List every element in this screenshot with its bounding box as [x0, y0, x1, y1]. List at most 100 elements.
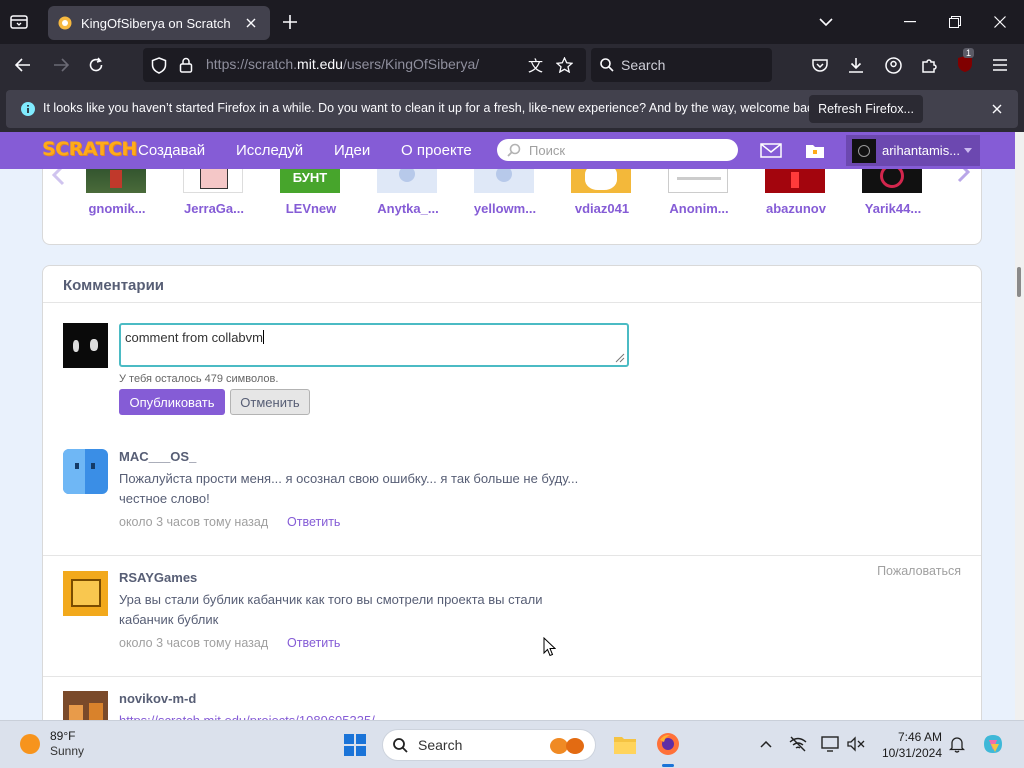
comment-author[interactable]: MAC___OS_ — [119, 449, 196, 464]
notifications-button[interactable] — [947, 734, 967, 754]
strip-user-name[interactable]: Anonim... — [649, 201, 749, 216]
tab-close-icon[interactable] — [242, 14, 260, 32]
start-button[interactable] — [343, 733, 367, 757]
ublock-button[interactable]: 1 — [953, 48, 977, 76]
firefox-icon — [657, 733, 679, 755]
copilot-icon — [984, 735, 1002, 753]
system-clock[interactable]: 7:46 AM 10/31/2024 — [870, 729, 942, 761]
comment-avatar[interactable] — [63, 691, 108, 720]
reply-link[interactable]: Ответить — [287, 636, 340, 650]
close-icon — [994, 16, 1006, 28]
strip-user-name[interactable]: gnomik... — [67, 201, 167, 216]
plus-icon — [283, 15, 297, 29]
sun-icon — [20, 733, 40, 754]
messages-envelope-icon[interactable] — [760, 143, 782, 158]
close-window-button[interactable] — [990, 12, 1010, 32]
comment-text: Пожалуйста прости меня... я осознал свою… — [119, 471, 579, 506]
weather-condition: Sunny — [50, 744, 85, 758]
scratch-logo[interactable]: SCRATCH — [42, 138, 137, 160]
user-avatar — [852, 138, 876, 163]
comment-author[interactable]: RSAYGames — [119, 570, 197, 585]
browser-search-placeholder: Search — [621, 57, 666, 73]
notification-close-icon[interactable] — [988, 100, 1006, 118]
volume-button[interactable] — [846, 734, 866, 754]
user-menu[interactable]: arihantamis... — [846, 135, 980, 166]
download-icon — [849, 58, 863, 73]
publish-button[interactable]: Опубликовать — [119, 389, 225, 415]
new-tab-button[interactable] — [280, 12, 300, 32]
strip-user-name[interactable]: JerraGa... — [164, 201, 264, 216]
tracking-shield-icon[interactable] — [151, 57, 167, 74]
translate-icon[interactable]: 文 — [528, 55, 543, 76]
my-stuff-folder-icon[interactable] — [805, 142, 825, 159]
comment-divider — [43, 676, 981, 677]
windows-logo-icon — [344, 734, 366, 756]
show-hidden-icons-button[interactable] — [757, 735, 775, 753]
composer-avatar — [63, 323, 108, 368]
file-explorer-button[interactable] — [612, 732, 638, 758]
nav-ideas[interactable]: Идеи — [334, 142, 370, 159]
scratch-search-input[interactable]: Поиск — [497, 139, 738, 161]
minimize-button[interactable] — [900, 12, 920, 32]
extension-badge: 1 — [963, 48, 975, 58]
display-button[interactable] — [820, 734, 840, 754]
downloads-button[interactable] — [845, 54, 867, 76]
notification-bar: It looks like you haven’t started Firefo… — [0, 86, 1024, 132]
mouse-cursor-icon — [543, 637, 556, 657]
comment-avatar[interactable] — [63, 571, 108, 616]
nav-explore[interactable]: Исследуй — [236, 142, 303, 159]
back-button[interactable] — [12, 54, 34, 76]
page-scrollbar[interactable] — [1015, 132, 1024, 720]
comment-textarea[interactable]: comment from collabvm — [119, 323, 629, 367]
bell-icon — [949, 736, 965, 753]
firefox-taskbar-button[interactable] — [655, 731, 681, 757]
comment-link[interactable]: https://scratch.mit.edu/projects/1089605… — [119, 711, 599, 720]
notification-message: It looks like you haven’t started Firefo… — [43, 101, 824, 115]
network-button[interactable] — [788, 734, 808, 754]
taskbar-search[interactable]: Search — [382, 729, 596, 761]
chevron-down-icon — [819, 17, 833, 26]
restore-button[interactable] — [945, 12, 965, 32]
reply-link[interactable]: Ответить — [287, 515, 340, 529]
tab-title: KingOfSiberya on Scratch — [81, 15, 231, 31]
reload-button[interactable] — [85, 54, 107, 76]
app-menu-button[interactable] — [989, 54, 1011, 76]
extensions-button[interactable] — [918, 54, 940, 76]
username-label: arihantamis... — [882, 143, 961, 158]
tab-active[interactable]: KingOfSiberya on Scratch — [48, 6, 270, 40]
comment-author[interactable]: novikov-m-d — [119, 691, 196, 706]
comment-divider — [43, 555, 981, 556]
strip-user-name[interactable]: Anytka_... — [358, 201, 458, 216]
tab-overflow-button[interactable] — [816, 12, 836, 32]
scratch-favicon-icon — [58, 16, 72, 30]
page-scrollbar-thumb[interactable] — [1017, 267, 1021, 297]
comments-panel: Комментарии comment from collabvm У тебя… — [42, 265, 982, 720]
account-button[interactable] — [882, 54, 904, 76]
bookmark-star-icon[interactable] — [556, 57, 573, 73]
forward-button[interactable] — [50, 54, 72, 76]
copilot-button[interactable] — [980, 731, 1006, 757]
resize-handle-icon[interactable] — [615, 353, 625, 363]
nav-about[interactable]: О проекте — [401, 142, 472, 159]
browser-search-bar[interactable]: Search — [591, 48, 772, 82]
strip-user-name[interactable]: abazunov — [746, 201, 846, 216]
cancel-button[interactable]: Отменить — [230, 389, 310, 415]
refresh-firefox-button[interactable]: Refresh Firefox... — [809, 95, 923, 123]
tab-list-icon — [10, 15, 28, 29]
search-icon — [600, 58, 614, 72]
weather-widget[interactable]: 89°F Sunny — [20, 729, 84, 758]
comment-text: Ура вы стали бублик кабанчик как того вы… — [119, 592, 543, 627]
comment-avatar[interactable] — [63, 449, 108, 494]
nav-create[interactable]: Создавай — [138, 142, 205, 159]
address-bar[interactable]: https://scratch.mit.edu/users/KingOfSibe… — [143, 48, 586, 82]
strip-user-name[interactable]: yellowm... — [455, 201, 555, 216]
strip-user-name[interactable]: vdiaz041 — [552, 201, 652, 216]
tab-list-button[interactable] — [8, 12, 30, 32]
chevron-up-icon — [760, 740, 772, 748]
pocket-button[interactable] — [809, 54, 831, 76]
report-link[interactable]: Пожаловаться — [877, 564, 961, 578]
tab-bar: KingOfSiberya on Scratch — [0, 0, 1024, 44]
strip-user-name[interactable]: LEVnew — [261, 201, 361, 216]
strip-user-name[interactable]: Yarik44... — [843, 201, 943, 216]
lock-icon[interactable] — [179, 57, 193, 73]
